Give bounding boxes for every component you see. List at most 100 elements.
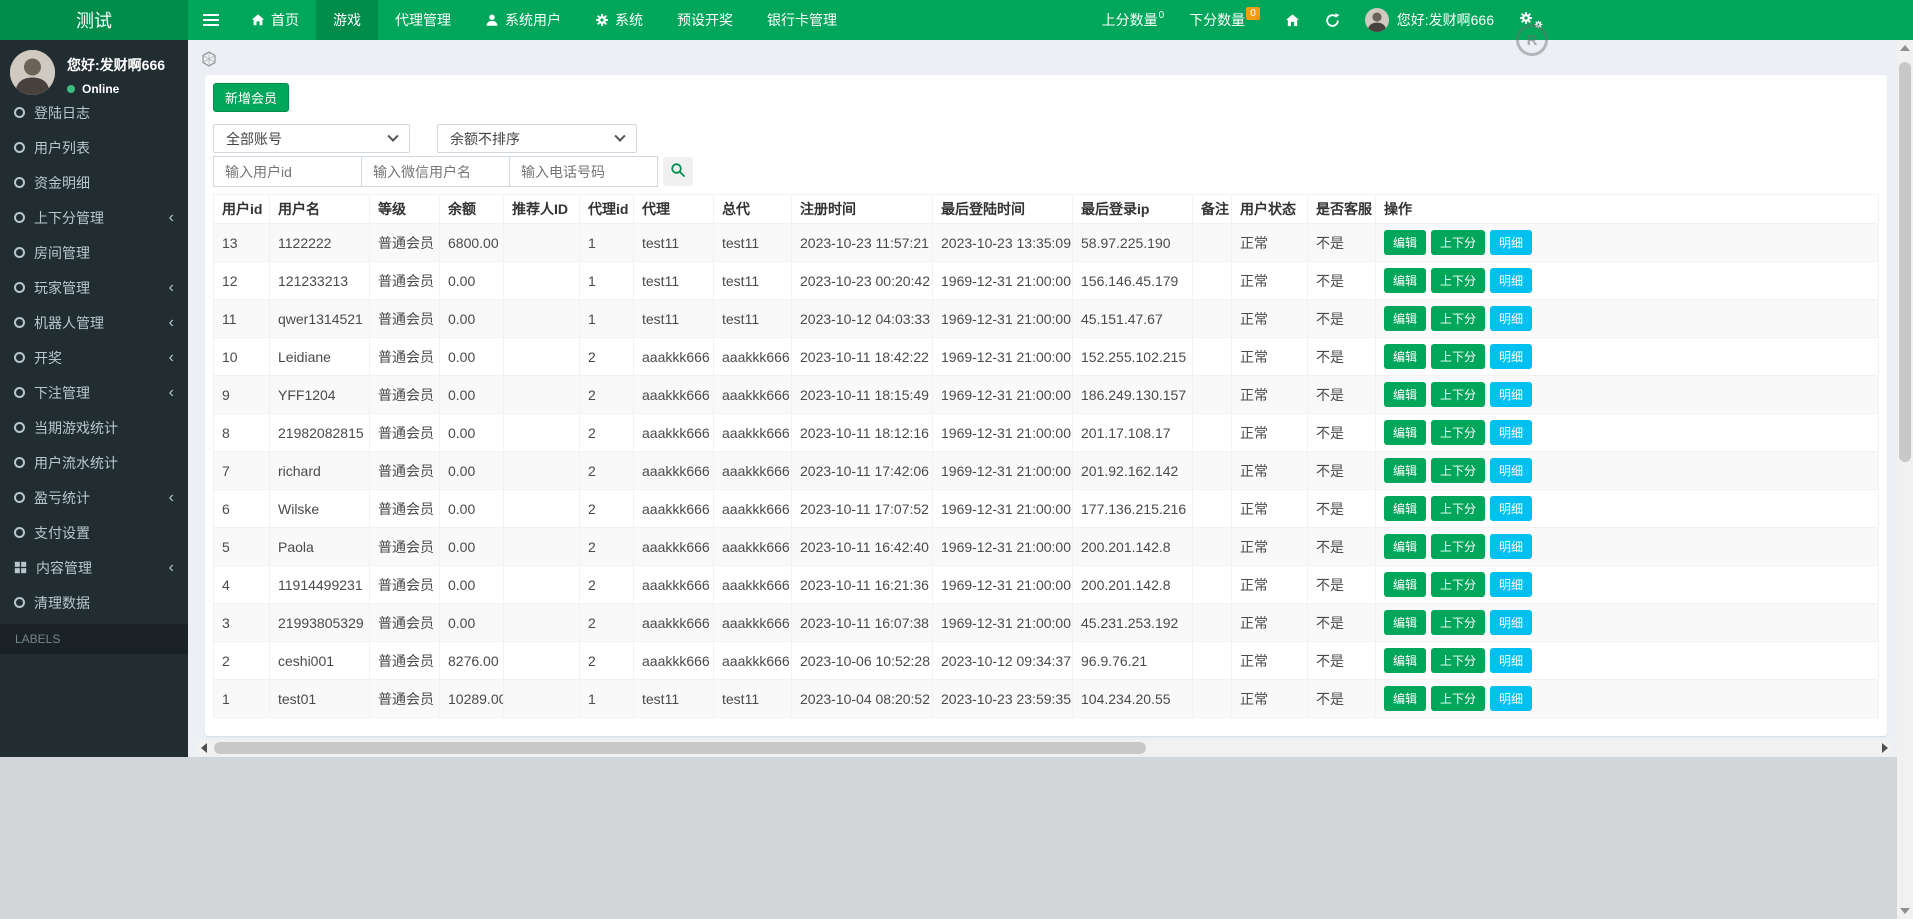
detail-button[interactable]: 明细 xyxy=(1490,534,1533,559)
updown-score-button[interactable]: 上下分 xyxy=(1431,534,1486,559)
phone-input[interactable] xyxy=(509,156,658,187)
updown-score-button[interactable]: 上下分 xyxy=(1431,420,1486,445)
edit-button[interactable]: 编辑 xyxy=(1384,648,1427,673)
edit-button[interactable]: 编辑 xyxy=(1384,496,1427,521)
detail-button[interactable]: 明细 xyxy=(1490,648,1533,673)
sidebar-item-updown-score-management[interactable]: 上下分管理 ‹ xyxy=(0,200,188,235)
detail-button[interactable]: 明细 xyxy=(1490,458,1533,483)
nav-item-bank-card-management[interactable]: 银行卡管理 xyxy=(750,0,854,40)
edit-button[interactable]: 编辑 xyxy=(1384,686,1427,711)
cell-last-login-ip: 177.136.215.216 xyxy=(1072,489,1193,528)
sidebar-item-login-log[interactable]: 登陆日志 xyxy=(0,95,188,130)
cell-is-customer-service: 不是 xyxy=(1307,451,1376,490)
sidebar-item-current-game-stats[interactable]: 当期游戏统计 xyxy=(0,410,188,445)
cell-username: ceshi001 xyxy=(269,641,370,680)
edit-button[interactable]: 编辑 xyxy=(1384,458,1427,483)
col-header-actions: 操作 xyxy=(1375,194,1879,224)
edit-button[interactable]: 编辑 xyxy=(1384,230,1427,255)
sidebar-item-robot-management[interactable]: 机器人管理 ‹ xyxy=(0,305,188,340)
wechat-name-input[interactable] xyxy=(361,156,510,187)
sidebar: 您好:发财啊666 Online 登陆日志 用户列表 资金明细 上下分管理 ‹ 房间管理玩… xyxy=(0,40,188,757)
cell-last-login-time: 1969-12-31 21:00:00 xyxy=(932,527,1073,566)
home-icon[interactable] xyxy=(1285,13,1300,28)
updown-score-button[interactable]: 上下分 xyxy=(1431,610,1486,635)
detail-button[interactable]: 明细 xyxy=(1490,610,1533,635)
updown-score-button[interactable]: 上下分 xyxy=(1431,686,1486,711)
detail-button[interactable]: 明细 xyxy=(1490,572,1533,597)
cell-user-id: 13 xyxy=(213,223,270,262)
up-score-counter[interactable]: 上分数量0 xyxy=(1102,10,1165,30)
account-filter-select[interactable]: 全部账号 xyxy=(213,124,410,153)
sidebar-item-funds-detail[interactable]: 资金明细 xyxy=(0,165,188,200)
updown-score-button[interactable]: 上下分 xyxy=(1431,572,1486,597)
vertical-scrollbar[interactable] xyxy=(1897,40,1913,919)
col-header-referrer-id: 推荐人ID xyxy=(503,194,580,224)
updown-score-button[interactable]: 上下分 xyxy=(1431,458,1486,483)
cell-is-customer-service: 不是 xyxy=(1307,603,1376,642)
edit-button[interactable]: 编辑 xyxy=(1384,306,1427,331)
nav-item-system[interactable]: 系统 xyxy=(578,0,660,40)
updown-score-button[interactable]: 上下分 xyxy=(1431,344,1486,369)
sidebar-item-player-management[interactable]: 玩家管理 ‹ xyxy=(0,270,188,305)
nav-item-system-users[interactable]: 系统用户 xyxy=(468,0,578,40)
updown-score-button[interactable]: 上下分 xyxy=(1431,268,1486,293)
user-menu[interactable]: 您好:发财啊666 xyxy=(1364,8,1494,32)
nav-item-home[interactable]: 首页 xyxy=(234,0,316,40)
scroll-right-arrow-icon[interactable] xyxy=(1877,740,1893,756)
nav-item-games[interactable]: 游戏 xyxy=(316,0,378,40)
detail-button[interactable]: 明细 xyxy=(1490,268,1533,293)
detail-button[interactable]: 明细 xyxy=(1490,344,1533,369)
scroll-left-arrow-icon[interactable] xyxy=(196,740,212,756)
brand-title[interactable]: 测试 xyxy=(0,0,188,40)
updown-score-button[interactable]: 上下分 xyxy=(1431,382,1486,407)
updown-score-button[interactable]: 上下分 xyxy=(1431,496,1486,521)
detail-button[interactable]: 明细 xyxy=(1490,686,1533,711)
sidebar-item-user-list[interactable]: 用户列表 xyxy=(0,130,188,165)
scroll-down-arrow-icon[interactable] xyxy=(1897,903,1913,919)
horizontal-scrollbar[interactable] xyxy=(196,740,1893,756)
edit-button[interactable]: 编辑 xyxy=(1384,534,1427,559)
edit-button[interactable]: 编辑 xyxy=(1384,610,1427,635)
edit-button[interactable]: 编辑 xyxy=(1384,268,1427,293)
cell-level: 普通会员 xyxy=(369,451,440,490)
vertical-scrollbar-thumb[interactable] xyxy=(1899,62,1911,462)
cell-user-id: 5 xyxy=(213,527,270,566)
scroll-up-arrow-icon[interactable] xyxy=(1897,40,1913,56)
edit-button[interactable]: 编辑 xyxy=(1384,420,1427,445)
detail-button[interactable]: 明细 xyxy=(1490,230,1533,255)
circle-icon xyxy=(14,177,25,188)
horizontal-scrollbar-thumb[interactable] xyxy=(214,742,1147,754)
edit-button[interactable]: 编辑 xyxy=(1384,382,1427,407)
sidebar-item-clean-data[interactable]: 清理数据 xyxy=(0,585,188,620)
sidebar-item-payment-settings[interactable]: 支付设置 xyxy=(0,515,188,550)
detail-button[interactable]: 明细 xyxy=(1490,496,1533,521)
search-button[interactable] xyxy=(663,157,693,186)
updown-score-button[interactable]: 上下分 xyxy=(1431,230,1486,255)
sidebar-item-bet-management[interactable]: 下注管理 ‹ xyxy=(0,375,188,410)
nav-item-agent-management[interactable]: 代理管理 xyxy=(378,0,468,40)
edit-button[interactable]: 编辑 xyxy=(1384,344,1427,369)
sidebar-item-content-management[interactable]: 内容管理 ‹ xyxy=(0,550,188,585)
sidebar-toggle-button[interactable] xyxy=(188,0,234,40)
sidebar-item-user-flow-stats[interactable]: 用户流水统计 xyxy=(0,445,188,480)
cell-remark xyxy=(1192,261,1232,300)
add-member-button[interactable]: 新增会员 xyxy=(213,83,290,112)
sidebar-item-lottery[interactable]: 开奖 ‹ xyxy=(0,340,188,375)
sidebar-item-room-management[interactable]: 房间管理 xyxy=(0,235,188,270)
edit-button[interactable]: 编辑 xyxy=(1384,572,1427,597)
detail-button[interactable]: 明细 xyxy=(1490,420,1533,445)
sidebar-item-label: 当期游戏统计 xyxy=(34,419,118,436)
refresh-icon[interactable] xyxy=(1325,12,1340,28)
updown-score-button[interactable]: 上下分 xyxy=(1431,306,1486,331)
cell-last-login-ip: 96.9.76.21 xyxy=(1072,641,1193,680)
updown-score-button[interactable]: 上下分 xyxy=(1431,648,1486,673)
horizontal-scrollbar-track[interactable] xyxy=(212,740,1877,756)
detail-button[interactable]: 明细 xyxy=(1490,382,1533,407)
sidebar-item-profit-loss-stats[interactable]: 盈亏统计 ‹ xyxy=(0,480,188,515)
nav-item-preset-lottery[interactable]: 预设开奖 xyxy=(660,0,750,40)
cell-actions: 编辑 上下分 明细 xyxy=(1375,679,1879,718)
user-id-input[interactable] xyxy=(213,156,362,187)
detail-button[interactable]: 明细 xyxy=(1490,306,1533,331)
down-score-counter[interactable]: 下分数量 0 xyxy=(1189,7,1260,30)
balance-sort-select[interactable]: 余额不排序 xyxy=(437,124,637,153)
